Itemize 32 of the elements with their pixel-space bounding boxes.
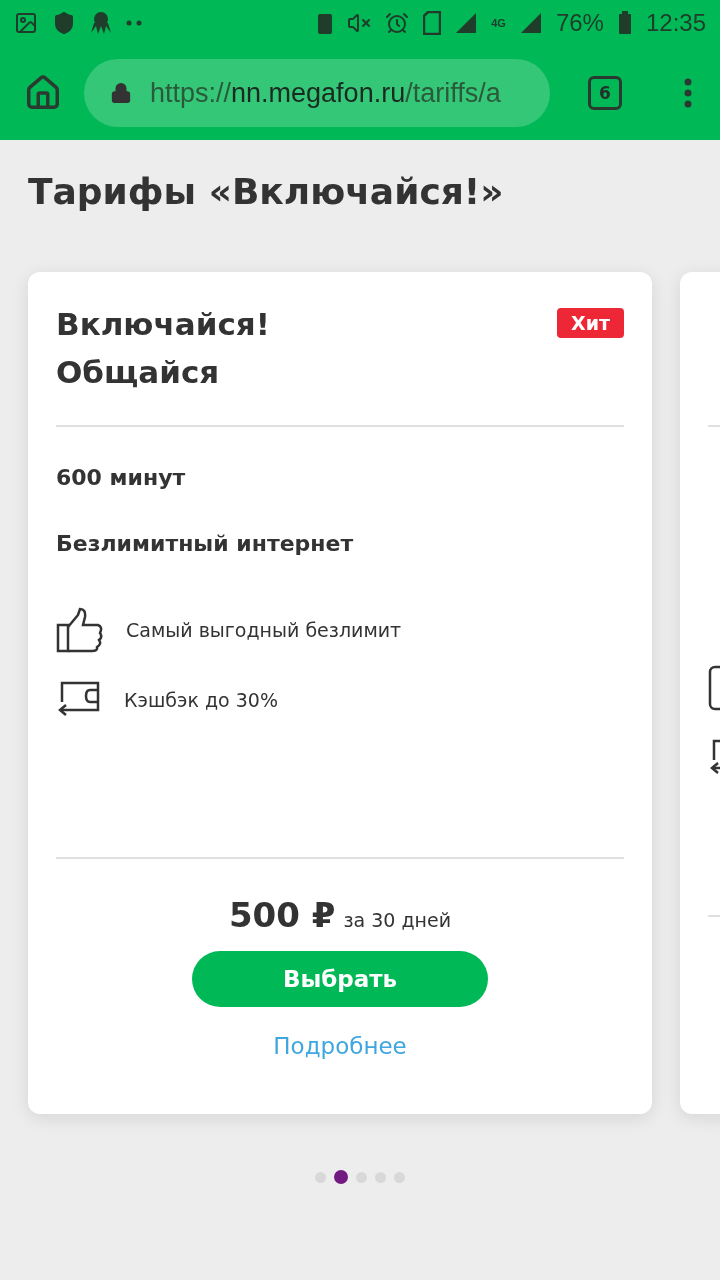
address-bar[interactable]: https://nn.megafon.ru/tariffs/a [84,59,550,127]
url-text: https://nn.megafon.ru/tariffs/a [150,77,501,109]
price: 500 ₽ [228,895,336,935]
shield-icon [52,11,76,35]
alarm-icon [385,11,410,35]
battery-icon [617,11,632,35]
battery-saver-icon [317,11,334,35]
tariff-feature: Безлимитный интернет [56,530,355,558]
sim-card-icon [423,11,442,35]
pager-dot[interactable] [334,1170,348,1184]
battery-percent: 76% [555,9,604,37]
menu-icon[interactable] [684,78,692,108]
picture-icon [14,11,38,35]
hit-label: Хит [557,308,624,338]
perk-text: Самый выгодный безлимит [126,619,402,641]
tariff-feature: 600 минут [56,464,187,492]
perk-text: Кэшбэк до 30% [124,689,278,711]
tab-count-button[interactable]: 6 [588,76,622,110]
page-title: Тарифы «Включайся!» [28,170,505,214]
mute-icon [347,11,372,35]
details-link[interactable]: Подробнее [273,1033,407,1059]
thumbs-up-icon [56,607,104,653]
clock: 12:35 [645,9,706,37]
home-icon[interactable] [24,74,62,112]
more-dots-icon [126,20,142,26]
signal-icon [519,12,542,34]
price-period: за 30 дней [343,909,452,931]
network-type: 4G [491,17,506,29]
tariff-title: Включайся! Общайся [56,305,270,392]
lock-icon [110,82,132,104]
signal-icon [455,12,478,34]
octopus-icon [90,11,112,35]
